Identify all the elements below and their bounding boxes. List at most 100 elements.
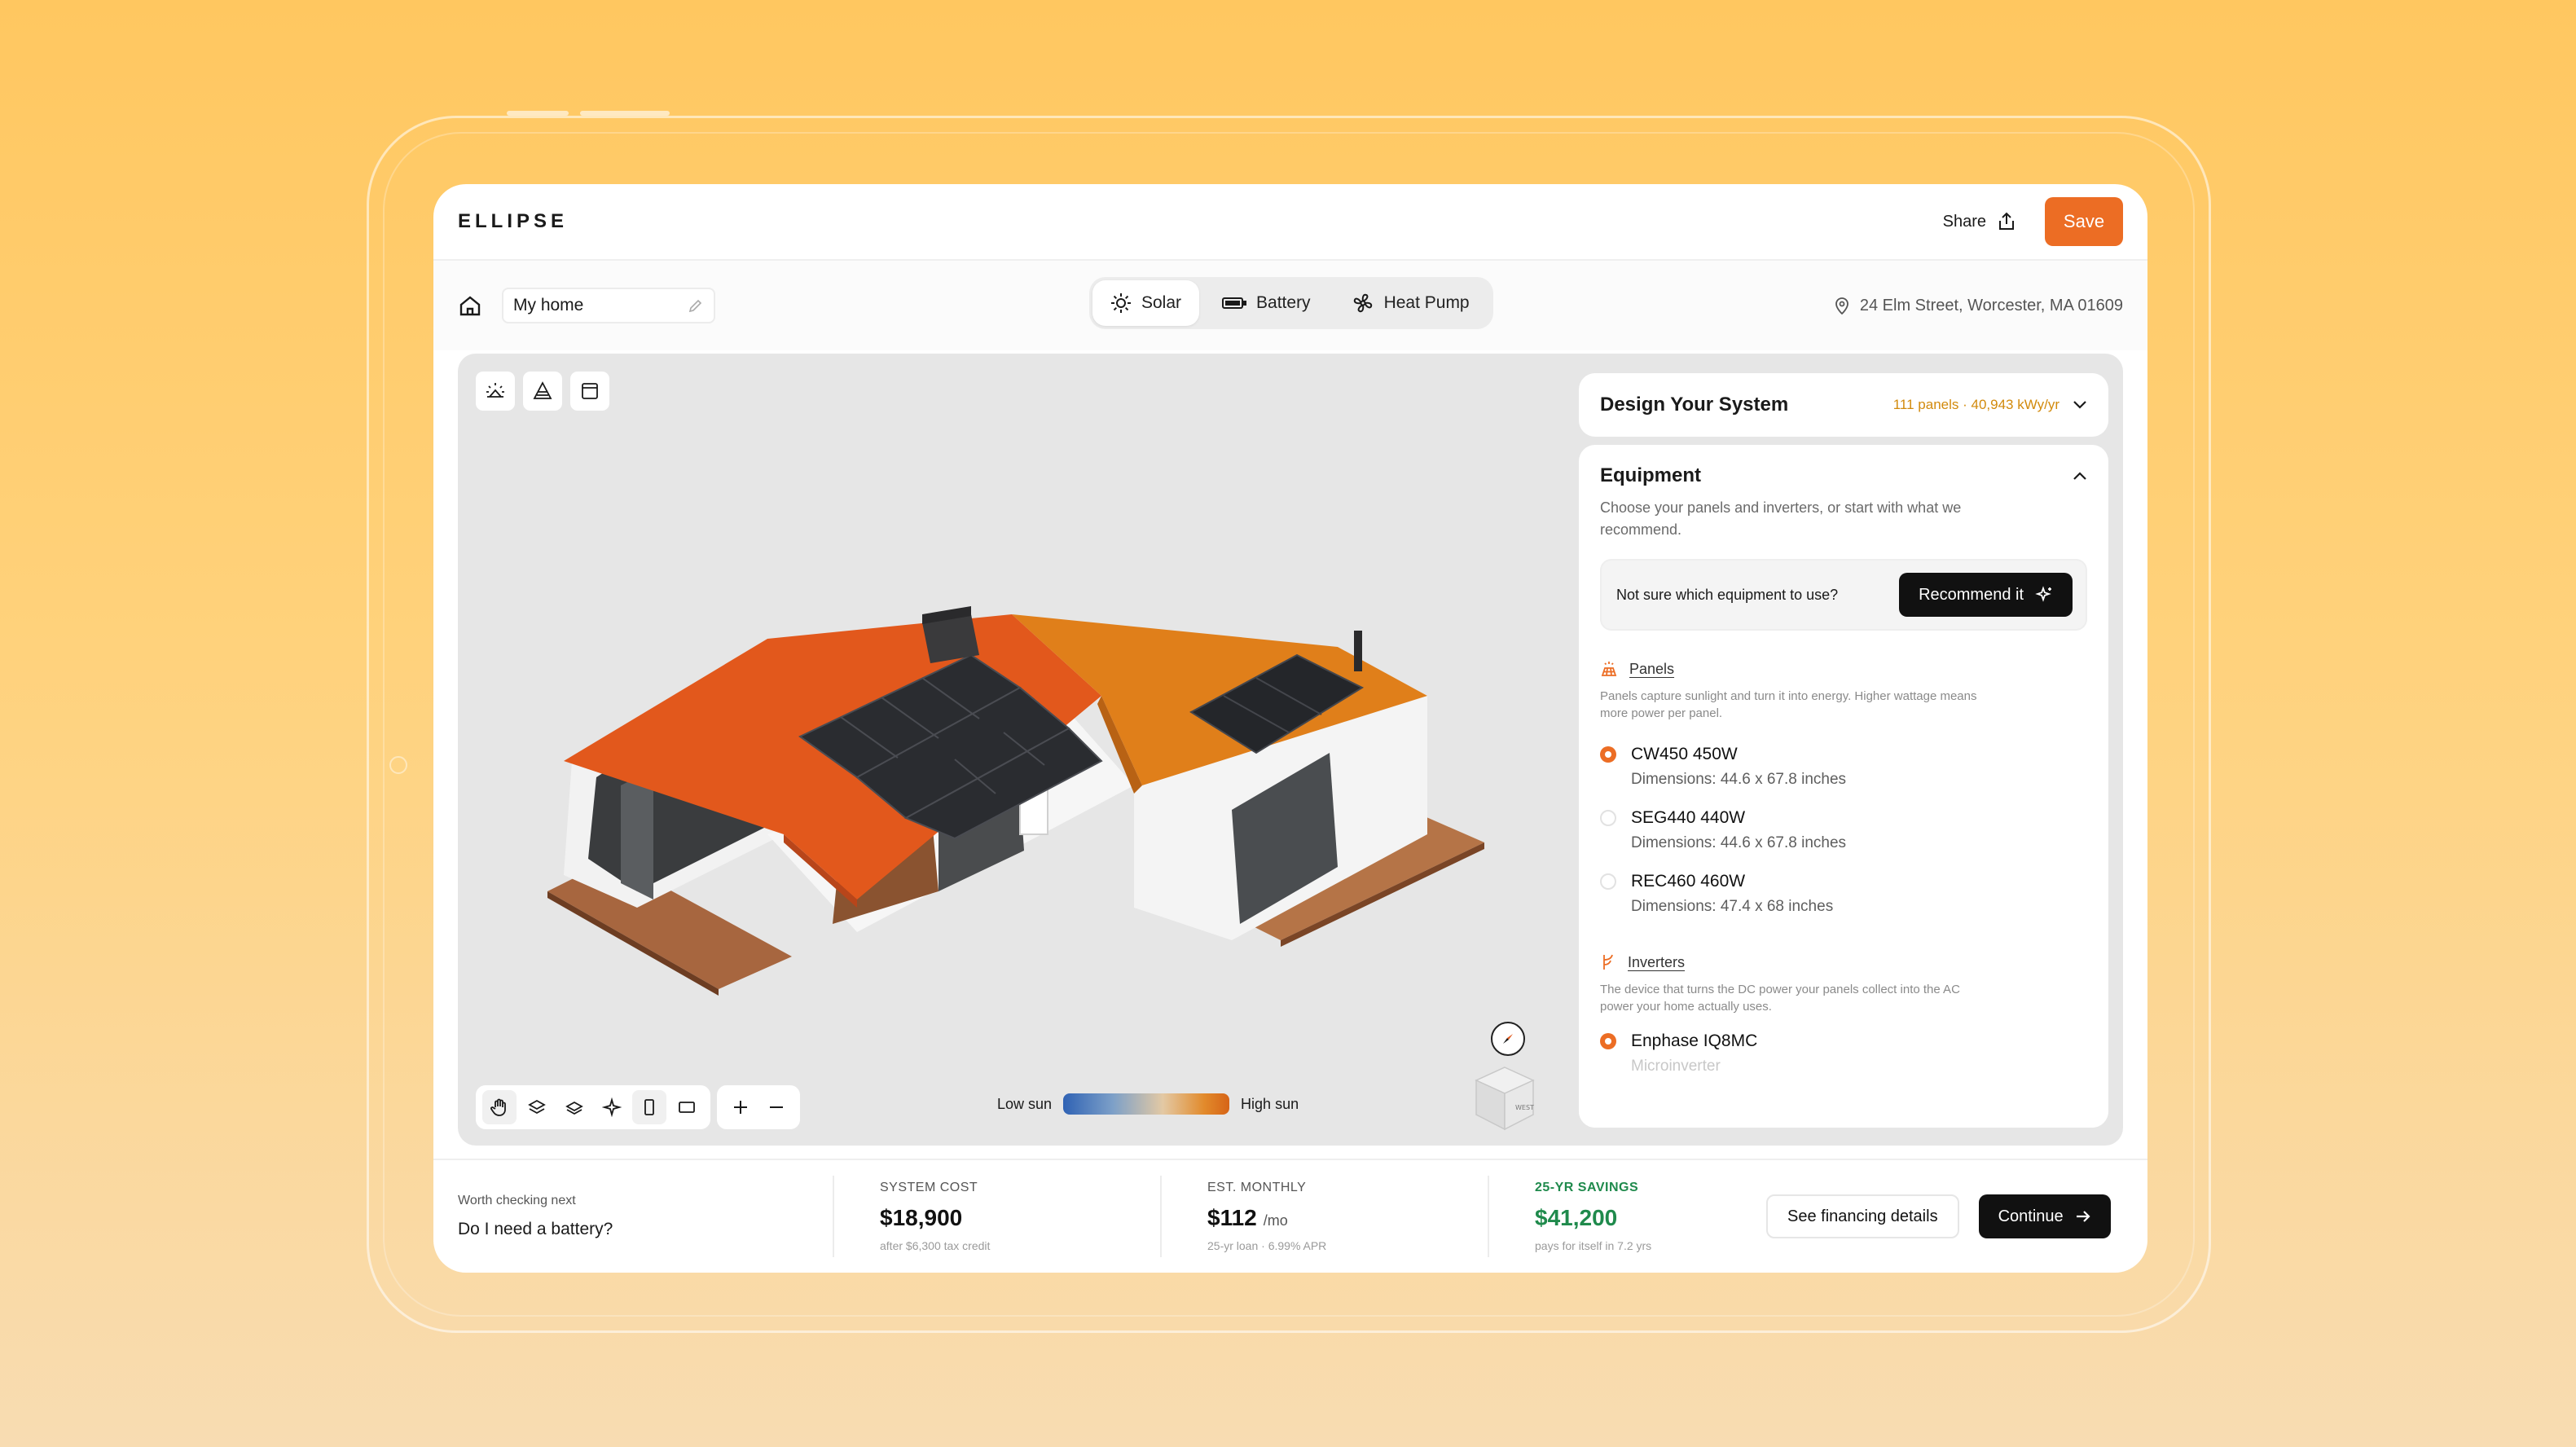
recommend-button[interactable]: Recommend it <box>1899 573 2073 617</box>
panel-option-name: CW450 450W <box>1631 745 1738 763</box>
design-title: Design Your System <box>1600 394 1789 416</box>
portrait-panel-tool[interactable] <box>632 1090 666 1124</box>
tab-solar[interactable]: Solar <box>1092 280 1200 326</box>
layers-icon <box>528 1099 546 1115</box>
battery-icon <box>1222 297 1247 309</box>
savings-note: pays for itself in 7.2 yrs <box>1535 1239 1652 1252</box>
scroll-fade <box>1579 1079 2108 1128</box>
sun-gradient-bar <box>1063 1093 1230 1115</box>
fan-icon <box>1353 293 1372 313</box>
compass-icon <box>1503 1034 1513 1044</box>
radio-selected[interactable] <box>1600 1033 1616 1049</box>
continue-button[interactable]: Continue <box>1978 1194 2111 1238</box>
plus-icon <box>734 1101 747 1114</box>
radio-unselected[interactable] <box>1600 873 1616 890</box>
hint-block[interactable]: Worth checking next Do I need a battery? <box>458 1176 800 1257</box>
inverters-heading: Inverters <box>1628 953 1686 970</box>
inverters-section: Inverters The device that turns the DC p… <box>1600 953 2087 1075</box>
roof-icon <box>533 381 552 399</box>
category-tabs: Solar Battery Heat Pump <box>1089 277 1493 329</box>
low-sun-label: Low sun <box>997 1095 1053 1112</box>
address-text: 24 Elm Street, Worcester, MA 01609 <box>1859 296 2123 314</box>
financing-button[interactable]: See financing details <box>1766 1194 1959 1238</box>
panel-option[interactable]: SEG440 440W Dimensions: 44.6 x 67.8 inch… <box>1600 808 2087 852</box>
solar-panel-icon <box>1601 662 1617 676</box>
summary-footer: Worth checking next Do I need a battery?… <box>433 1159 2147 1273</box>
window-icon <box>582 383 598 399</box>
recommend-label: Recommend it <box>1919 585 2024 604</box>
savings-value: $41,200 <box>1535 1205 1618 1230</box>
top-bar: ELLIPSE Share Save <box>433 184 2147 261</box>
zoom-in-button[interactable] <box>723 1090 758 1124</box>
equipment-card: Equipment Choose your panels and inverte… <box>1579 445 2108 1128</box>
hint-label: Worth checking next <box>458 1194 576 1207</box>
radio-selected[interactable] <box>1600 746 1616 763</box>
sub-bar: My home Solar Battery Heat Pump 24 Elm S… <box>433 261 2147 350</box>
radio-unselected[interactable] <box>1600 810 1616 826</box>
stack-tool[interactable] <box>557 1090 591 1124</box>
stack-icon <box>565 1101 583 1115</box>
minus-icon <box>770 1106 783 1108</box>
tab-heat-pump-label: Heat Pump <box>1383 293 1470 312</box>
home-icon[interactable] <box>458 293 482 318</box>
share-button[interactable]: Share <box>1943 212 2016 231</box>
chevron-down-icon[interactable] <box>2073 400 2087 410</box>
tablet-hardware-button <box>507 111 569 116</box>
hint-question[interactable]: Do I need a battery? <box>458 1220 800 1239</box>
inverter-icon <box>1603 954 1613 970</box>
tab-heat-pump[interactable]: Heat Pump <box>1334 280 1488 326</box>
panel-option-dims: Dimensions: 47.4 x 68 inches <box>1631 898 1834 915</box>
zoom-out-button[interactable] <box>759 1090 793 1124</box>
landscape-panel-tool[interactable] <box>670 1090 704 1124</box>
recommend-box: Not sure which equipment to use? Recomme… <box>1600 559 2087 631</box>
sun-exposure-legend: Low sun High sun <box>997 1093 1299 1115</box>
compass-button[interactable] <box>1491 1022 1525 1056</box>
flue-pipe <box>1354 631 1362 671</box>
save-button[interactable]: Save <box>2045 197 2123 246</box>
house-3d-model[interactable] <box>515 517 1574 1103</box>
recommend-prompt: Not sure which equipment to use? <box>1616 586 1839 603</box>
monthly-block: EST. MONTHLY $112/mo 25-yr loan · 6.99% … <box>1162 1176 1488 1257</box>
zoom-controls <box>717 1085 800 1129</box>
landscape-rect-icon <box>679 1102 695 1113</box>
savings-block: 25-YR SAVINGS $41,200 pays for itself in… <box>1489 1176 1766 1257</box>
design-workspace: Low sun High sun WEST Design Your System… <box>458 354 2123 1146</box>
location-pin-icon <box>1835 297 1848 314</box>
share-icon <box>1999 212 2014 230</box>
side-panel: Design Your System 111 panels · 40,943 k… <box>1579 373 2108 1128</box>
chevron-up-icon[interactable] <box>2073 471 2087 481</box>
home-name-field[interactable]: My home <box>502 288 715 323</box>
inverter-option-type: Microinverter <box>1631 1058 1721 1075</box>
layers-tool[interactable] <box>520 1090 554 1124</box>
roof-view-button[interactable] <box>523 372 562 411</box>
sun-icon <box>1111 293 1131 313</box>
inverter-option[interactable]: Enphase IQ8MC Microinverter <box>1600 1031 2087 1075</box>
panel-option[interactable]: CW450 450W Dimensions: 44.6 x 67.8 inche… <box>1600 745 2087 789</box>
sun-view-button[interactable] <box>476 372 515 411</box>
layout-view-button[interactable] <box>570 372 609 411</box>
system-cost-label: SYSTEM COST <box>880 1181 978 1194</box>
savings-label: 25-YR SAVINGS <box>1535 1181 1639 1194</box>
panel-option-dims: Dimensions: 44.6 x 67.8 inches <box>1631 771 1847 788</box>
panel-option[interactable]: REC460 460W Dimensions: 47.4 x 68 inches <box>1600 872 2087 916</box>
high-sun-label: High sun <box>1241 1095 1299 1112</box>
tab-battery-label: Battery <box>1256 293 1311 312</box>
orientation-cube[interactable]: WEST <box>1468 1061 1541 1134</box>
tablet-hardware-button <box>580 111 670 116</box>
pan-tool[interactable] <box>482 1090 517 1124</box>
app-window: ELLIPSE Share Save My home Solar Battery… <box>433 184 2147 1273</box>
cube-face-label: WEST <box>1515 1104 1534 1111</box>
magic-tool[interactable] <box>595 1090 629 1124</box>
tab-solar-label: Solar <box>1141 293 1182 312</box>
inverters-description: The device that turns the DC power your … <box>1600 983 1960 1014</box>
portrait-rect-icon <box>644 1099 654 1115</box>
monthly-value: $112 <box>1207 1205 1257 1230</box>
system-cost-block: SYSTEM COST $18,900 after $6,300 tax cre… <box>834 1176 1160 1257</box>
system-cost-value: $18,900 <box>880 1205 963 1230</box>
panels-heading: Panels <box>1629 660 1675 677</box>
panels-section: Panels Panels capture sunlight and turn … <box>1600 660 2087 916</box>
design-system-card[interactable]: Design Your System 111 panels · 40,943 k… <box>1579 373 2108 437</box>
tab-battery[interactable]: Battery <box>1204 280 1329 326</box>
pencil-icon[interactable] <box>688 297 704 314</box>
sparkle-icon <box>602 1097 622 1117</box>
